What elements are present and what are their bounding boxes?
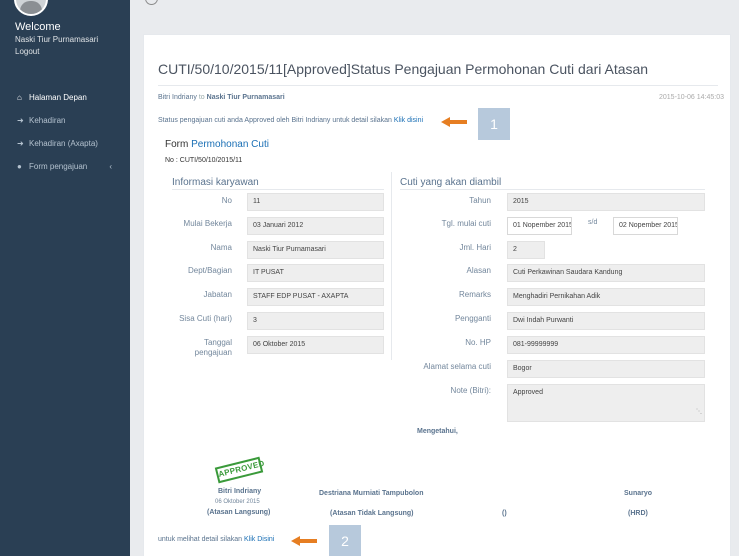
chevron-left-icon: ‹ (109, 162, 112, 171)
no-label: No (221, 196, 232, 205)
signer-4-name: Sunaryo (624, 490, 653, 497)
remarks-field[interactable]: Menghadiri Pernikahan Adik (507, 288, 705, 306)
sidebar-item-form-pengajuan[interactable]: ● Form pengajuan ‹ (0, 155, 130, 178)
alamat-field[interactable]: Bogor (507, 360, 705, 378)
arrow-left-icon (291, 536, 317, 546)
form-title: Form Permohonan Cuti (165, 139, 269, 150)
page-title: CUTI/50/10/2015/11[Approved]Status Penga… (158, 61, 649, 77)
tahun-label: Tahun (469, 196, 491, 205)
arrow-left-icon (441, 117, 467, 127)
remarks-label: Remarks (458, 290, 491, 299)
section-heading-cuti: Cuti yang akan diambil (400, 177, 502, 188)
detail-link[interactable]: Klik disini (394, 117, 423, 124)
note-textarea[interactable]: Approved ⋱ (507, 384, 705, 422)
note-label: Note (Bitri): (450, 386, 491, 395)
divider (158, 85, 718, 86)
signer-3-role: () (502, 510, 507, 517)
divider (391, 172, 392, 360)
mengetahui-label: Mengetahui, (417, 428, 458, 435)
sisa-cuti-label: Sisa Cuti (hari) (179, 314, 232, 323)
welcome-label: Welcome (15, 21, 61, 33)
dept-label: Dept/Bagian (187, 266, 232, 275)
footer-message: untuk melihat detail silakan (158, 536, 243, 543)
sidebar-menu: ⌂ Halaman Depan ➜ Kehadiran ➜ Kehadiran (Ax… (0, 86, 130, 178)
marker-badge: 2 (329, 525, 361, 556)
tanggal-label-line2: pengajuan (194, 348, 232, 357)
sign-in-icon: ➜ (17, 116, 24, 125)
signer-2-role: (Atasan Tidak Langsung) (330, 510, 414, 517)
tgl-mulai-field[interactable]: 01 Nopember 2015 (507, 217, 572, 235)
sidebar-item-label: Form pengajuan (29, 162, 88, 171)
no-hp-field[interactable]: 081-99999999 (507, 336, 705, 354)
nama-field[interactable]: Naski Tiur Purnamasari (247, 241, 384, 259)
jabatan-label: Jabatan (203, 290, 232, 299)
tgl-mulai-label: Tgl. mulai cuti (441, 219, 491, 228)
sign-in-icon: ➜ (17, 139, 24, 148)
footer-detail-link[interactable]: Klik Disini (244, 536, 274, 543)
tanggal-label: Tanggal pengajuan (150, 338, 232, 358)
dept-field[interactable]: IT PUSAT (247, 264, 384, 282)
sidebar-item-label: Halaman Depan (29, 93, 87, 102)
avatar[interactable] (14, 0, 48, 16)
footer-text: untuk melihat detail silakan Klik Disini (158, 536, 274, 543)
tahun-field[interactable]: 2015 (507, 193, 705, 211)
form-title-prefix: Form (165, 139, 189, 150)
signer-1-role: (Atasan Langsung) (207, 509, 271, 516)
nama-label: Nama (210, 243, 232, 252)
sidebar-item-kehadiran-axapta[interactable]: ➜ Kehadiran (Axapta) (0, 132, 130, 155)
sender: Bitri Indriany (158, 94, 197, 101)
user-name: Naski Tiur Purnamasari (15, 35, 99, 44)
form-number: No : CUTI/50/10/2015/11 (165, 157, 243, 164)
to-label: to (198, 94, 205, 101)
marker-badge: 1 (478, 108, 510, 140)
tanggal-pengajuan-field[interactable]: 06 Oktober 2015 (247, 336, 384, 354)
resize-handle-icon[interactable]: ⋱ (696, 404, 702, 420)
sidebar: Welcome Naski Tiur Purnamasari Logout ⌂ H… (0, 0, 130, 556)
pengganti-field[interactable]: Dwi Indah Purwanti (507, 312, 705, 330)
jabatan-field[interactable]: STAFF EDP PUSAT - AXAPTA (247, 288, 384, 306)
tanggal-label-line1: Tanggal (203, 338, 232, 347)
home-icon: ⌂ (17, 93, 22, 102)
section-heading-karyawan: Informasi karyawan (172, 177, 259, 188)
signer-2-name: Destriana Murniati Tampubolon (319, 490, 424, 497)
status-message: Status pengajuan cuti anda Approved oleh… (158, 117, 392, 124)
status-text: Status pengajuan cuti anda Approved oleh… (158, 117, 423, 124)
alasan-field[interactable]: Cuti Perkawinan Saudara Kandung (507, 264, 705, 282)
no-hp-label: No. HP (465, 338, 491, 347)
logout-link[interactable]: Logout (15, 47, 39, 56)
divider (172, 189, 384, 190)
sidebar-item-halaman-depan[interactable]: ⌂ Halaman Depan (0, 86, 130, 109)
pengganti-label: Pengganti (454, 314, 491, 323)
circle-icon: ● (17, 162, 22, 171)
menu-toggle-icon[interactable] (145, 0, 158, 5)
signer-1-date: 06 Oktober 2015 (215, 499, 260, 505)
sidebar-item-label: Kehadiran (Axapta) (29, 139, 98, 148)
sidebar-item-kehadiran[interactable]: ➜ Kehadiran (0, 109, 130, 132)
alasan-label: Alasan (466, 266, 491, 275)
divider (400, 189, 705, 190)
mulai-bekerja-field[interactable]: 03 Januari 2012 (247, 217, 384, 235)
no-field[interactable]: 11 (247, 193, 384, 211)
mulai-bekerja-label: Mulai Bekerja (183, 219, 232, 228)
note-text: Approved (513, 389, 543, 396)
jml-hari-label: Jml. Hari (459, 243, 491, 252)
jml-hari-field[interactable]: 2 (507, 241, 545, 259)
sd-label: s/d (588, 219, 598, 226)
form-title-name: Permohonan Cuti (191, 139, 269, 150)
signer-1-name: Bitri Indriany (218, 488, 262, 495)
signer-4-role: (HRD) (628, 510, 648, 517)
recipient: Naski Tiur Purnamasari (206, 94, 285, 101)
message-meta: Bitri Indriany to Naski Tiur Purnamasari (158, 94, 285, 101)
tgl-akhir-field[interactable]: 02 Nopember 2015 (613, 217, 678, 235)
message-date: 2015-10-06 14:45:03 (659, 94, 724, 101)
sisa-cuti-field[interactable]: 3 (247, 312, 384, 330)
sidebar-item-label: Kehadiran (29, 116, 66, 125)
alamat-label: Alamat selama cuti (423, 362, 491, 371)
